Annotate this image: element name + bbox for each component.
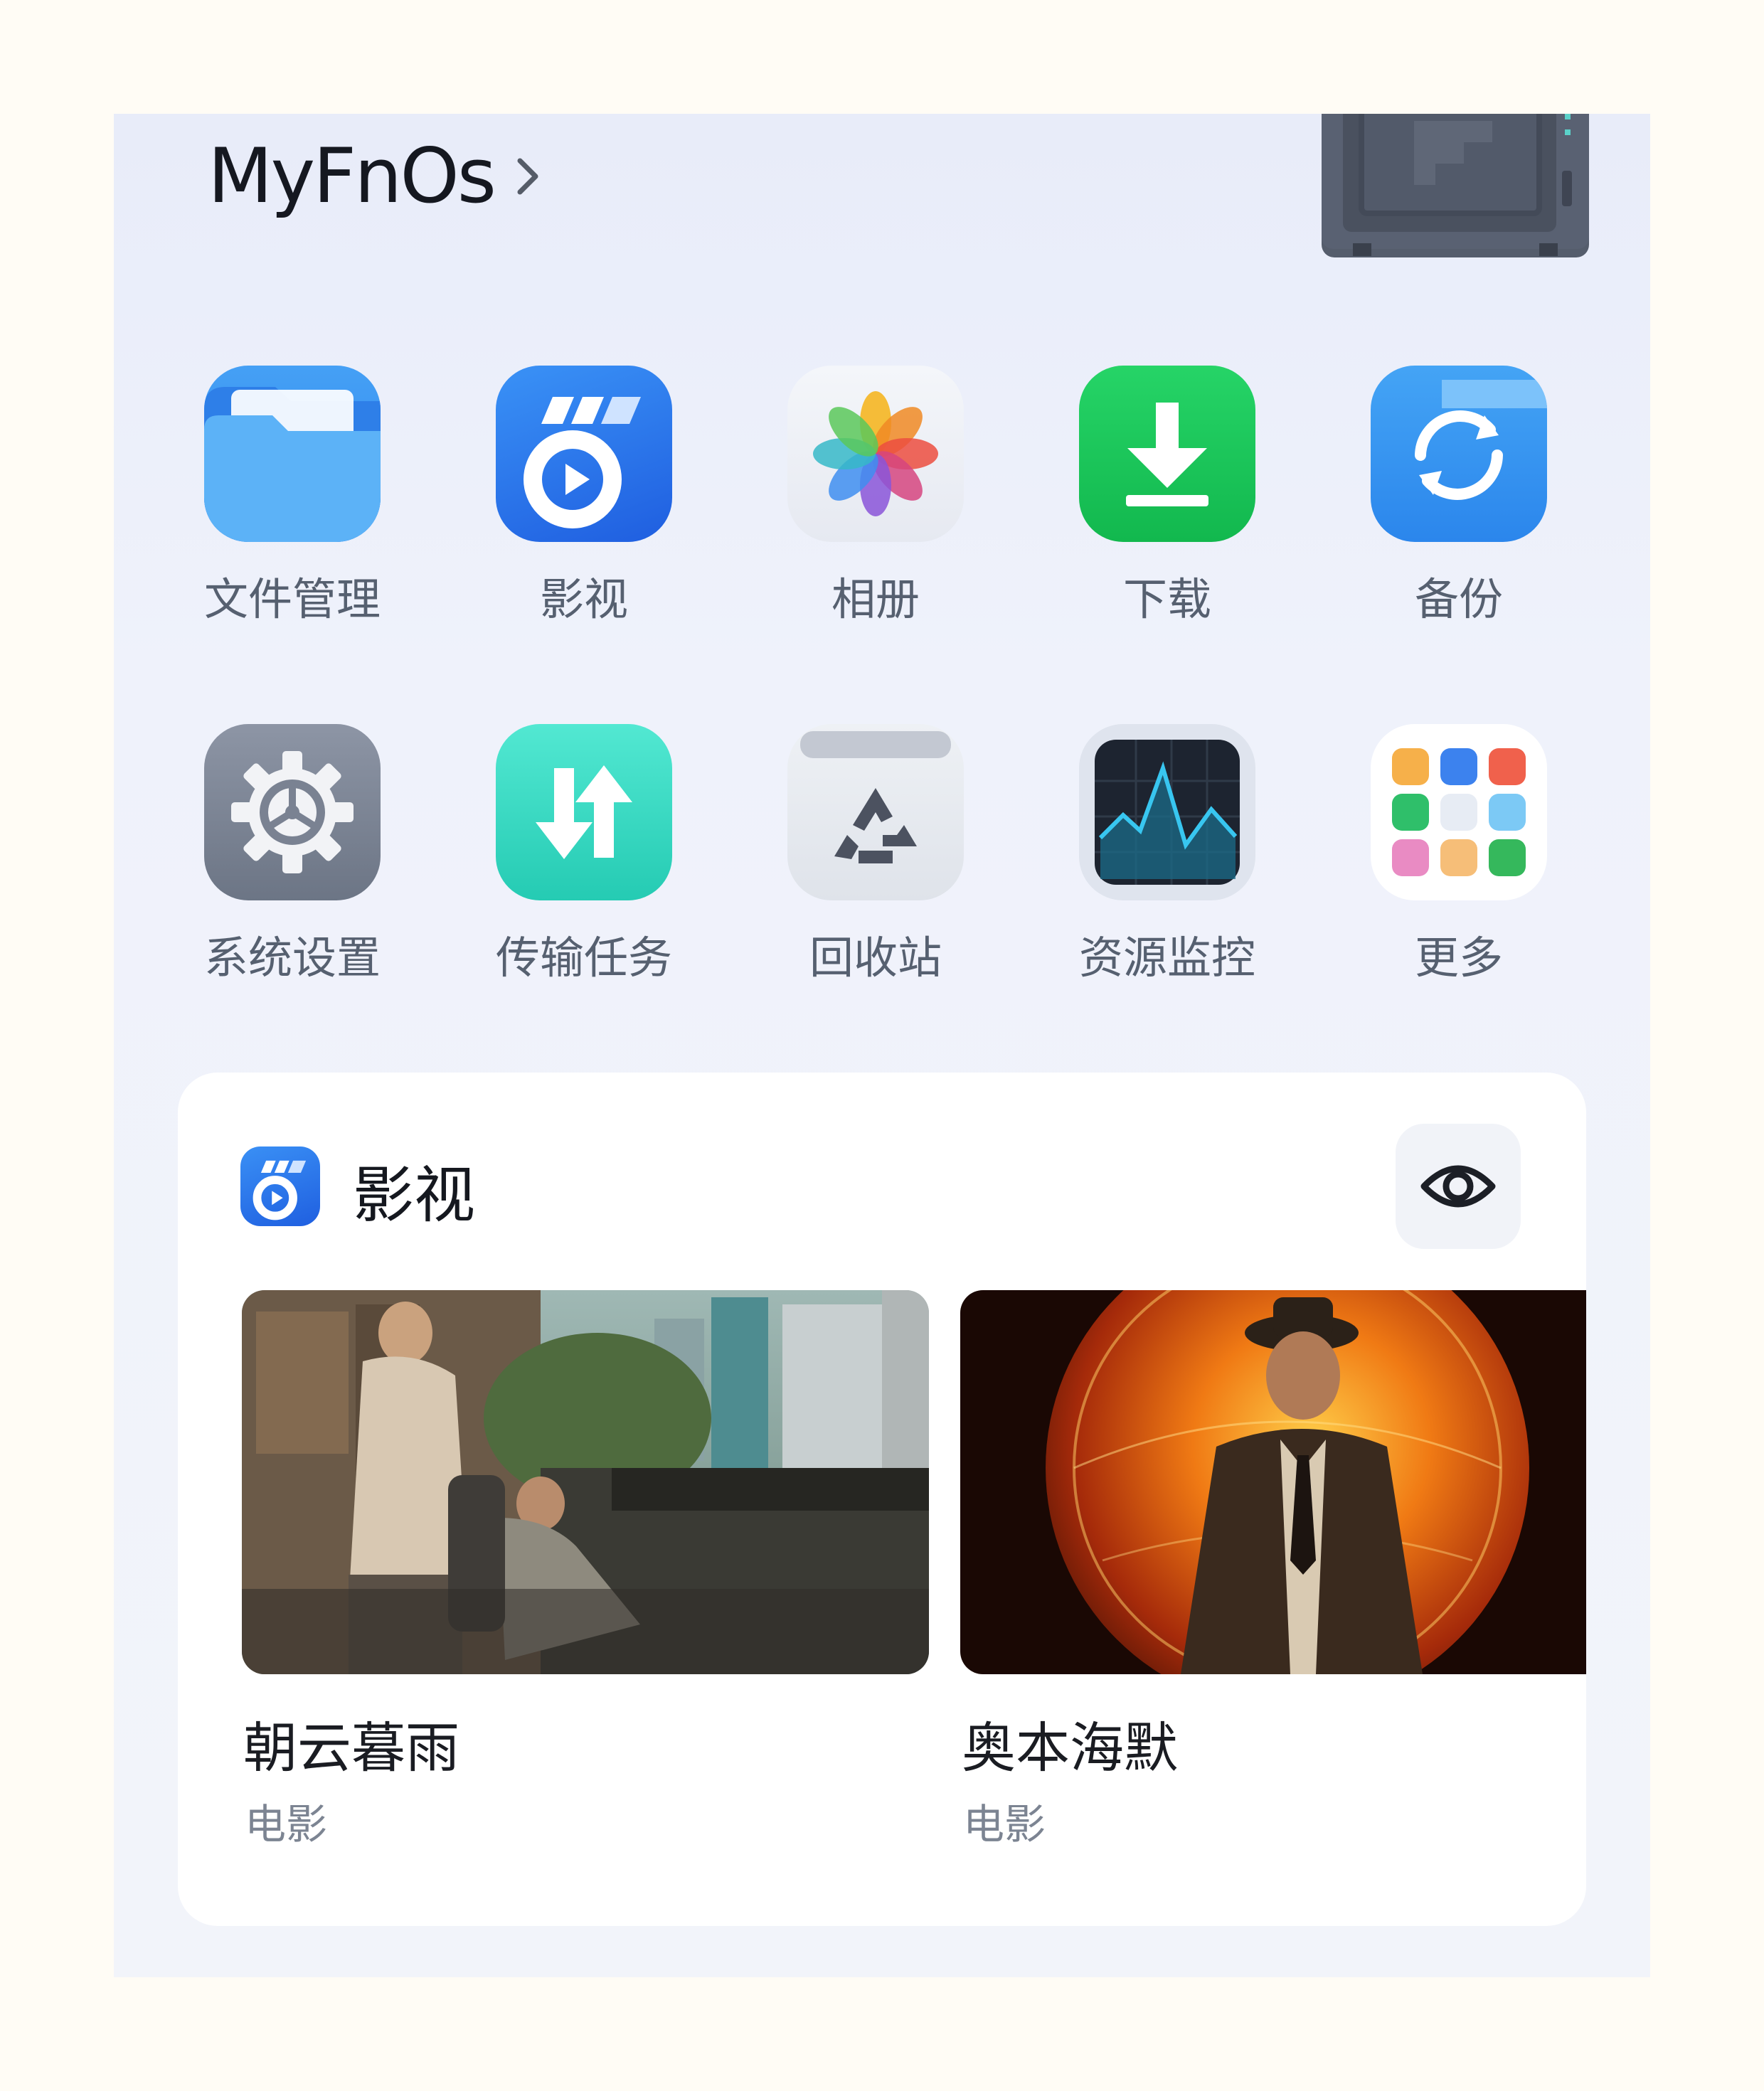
activity-monitor-icon (1079, 724, 1255, 900)
eye-icon (1420, 1165, 1496, 1208)
app-label: 回收站 (809, 932, 942, 984)
app-file-manager[interactable]: 文件管理 (175, 366, 410, 636)
app-label: 下载 (1122, 573, 1211, 625)
folder-icon (204, 366, 381, 542)
movie-type: 电影 (963, 1800, 1046, 1848)
gear-icon (204, 724, 381, 900)
app-label: 系统设置 (203, 932, 381, 984)
app-recycle-bin[interactable]: 回收站 (758, 724, 993, 994)
app-backup[interactable]: 备份 (1341, 366, 1576, 636)
app-settings[interactable]: 系统设置 (175, 724, 410, 994)
video-app-icon (240, 1146, 320, 1226)
device-name: MyFnOs (208, 132, 496, 220)
movie-poster[interactable] (960, 1290, 1586, 1674)
app-download[interactable]: 下载 (1050, 366, 1285, 636)
app-transfer[interactable]: 传输任务 (467, 724, 701, 994)
photos-pinwheel-icon (787, 366, 964, 542)
video-widget-card: 影视 朝云暮雨 电影 奥本海默 电影 (178, 1073, 1586, 1926)
app-label: 相册 (831, 573, 920, 625)
chevron-right-icon (514, 151, 546, 202)
app-label: 资源监控 (1078, 932, 1255, 984)
app-more[interactable]: 更多 (1341, 724, 1576, 994)
nas-device-image[interactable] (1322, 114, 1589, 257)
movie-title: 奥本海默 (962, 1716, 1178, 1779)
widget-title: 影视 (353, 1160, 475, 1231)
backup-sync-icon (1371, 366, 1547, 542)
app-photos[interactable]: 相册 (758, 366, 993, 636)
recycle-bin-icon (787, 724, 964, 900)
app-label: 更多 (1414, 932, 1503, 984)
video-app-icon (496, 366, 672, 542)
more-apps-grid-icon (1371, 724, 1547, 900)
home-screen: MyFnOs 文件管理 影视 相册 下载 备份 系统设置 传输任务 回收站 资源… (114, 114, 1650, 1977)
movie-type: 电影 (245, 1800, 328, 1848)
app-video[interactable]: 影视 (467, 366, 701, 636)
app-resource-monitor[interactable]: 资源监控 (1050, 724, 1285, 994)
app-label: 备份 (1414, 573, 1503, 625)
app-label: 影视 (539, 573, 628, 625)
download-icon (1079, 366, 1255, 542)
visibility-toggle-button[interactable] (1396, 1124, 1521, 1249)
movie-title: 朝云暮雨 (243, 1716, 459, 1779)
app-label: 文件管理 (203, 573, 381, 625)
device-name-link[interactable]: MyFnOs (208, 132, 546, 220)
transfer-arrows-icon (496, 724, 672, 900)
movie-poster[interactable] (242, 1290, 929, 1674)
app-label: 传输任务 (495, 932, 672, 984)
